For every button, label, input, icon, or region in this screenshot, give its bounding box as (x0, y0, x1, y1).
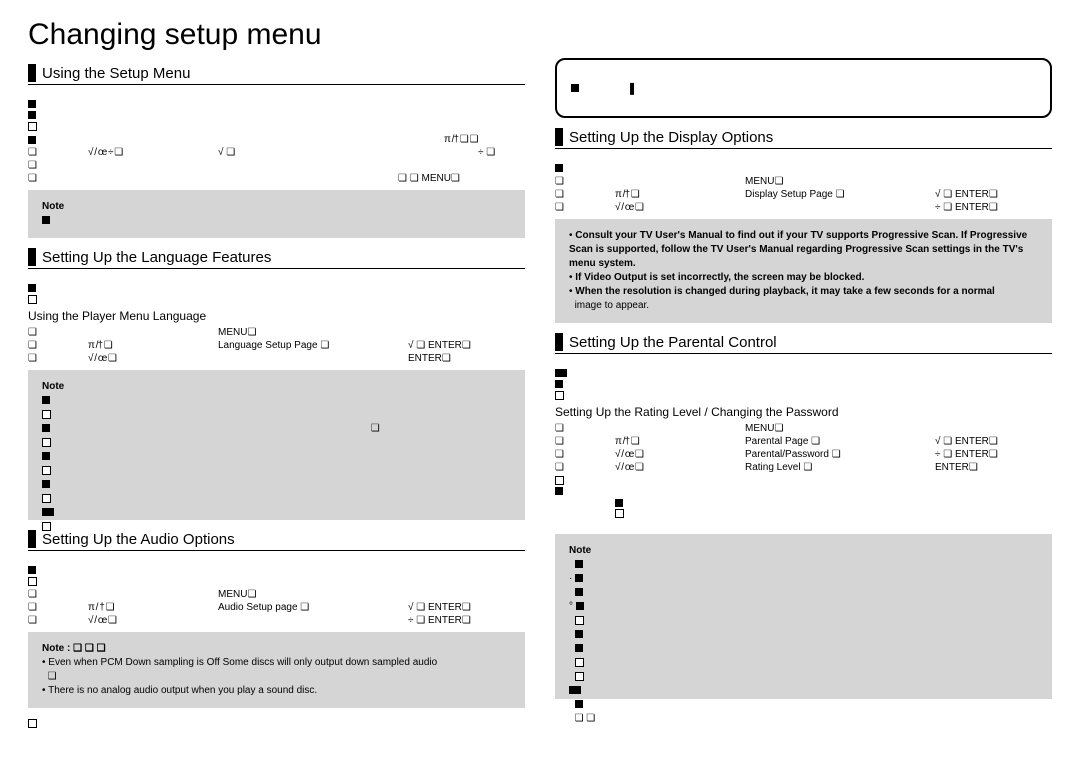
section-audio: Setting Up the Audio Options (28, 530, 525, 551)
left-column: Using the Setup Menu π /† ❏ ❏ ❏ √ / œ ÷ … (28, 58, 525, 729)
section-parental: Setting Up the Parental Control (555, 333, 1052, 354)
section-display: Setting Up the Display Options (555, 128, 1052, 149)
note-display: • Consult your TV User's Manual to find … (555, 219, 1052, 323)
top-rounded-box: ❚ (555, 58, 1052, 118)
section-using-setup: Using the Setup Menu (28, 64, 525, 85)
note-language: Note ❏ (28, 370, 525, 520)
right-column: ❚ Setting Up the Display Options ❏ MENU❏… (555, 58, 1052, 729)
page-title: Changing setup menu (28, 18, 1052, 52)
section-language: Setting Up the Language Features (28, 248, 525, 269)
note-parental: Note · ° ❏ ❏ (555, 534, 1052, 699)
note-audio: Note : ❏ ❏ ❏ • Even when PCM Down sampli… (28, 632, 525, 708)
note-using-setup: Note (28, 190, 525, 238)
